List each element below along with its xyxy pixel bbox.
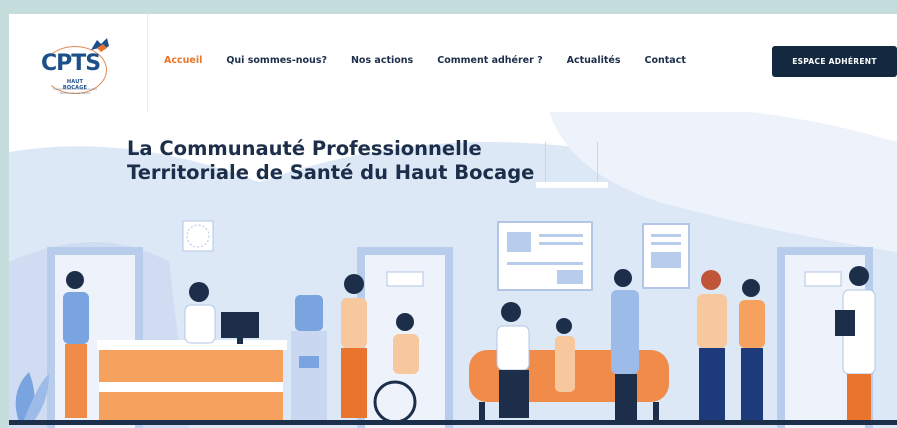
logo-tagline: Communauté Professionnelle Territoriale … xyxy=(53,87,97,95)
page-frame: CPTS HAUT BOCAGE Communauté Professionne… xyxy=(9,14,897,428)
hero-title-line-2: Territoriale de Santé du Haut Bocage xyxy=(127,161,535,184)
nav-item-comment-adherer[interactable]: Comment adhérer ? xyxy=(437,55,542,66)
nav-item-accueil[interactable]: Accueil xyxy=(164,55,202,66)
nav-item-actualites[interactable]: Actualités xyxy=(567,55,621,66)
site-logo[interactable]: CPTS HAUT BOCAGE Communauté Professionne… xyxy=(9,14,148,112)
hero-section: La Communauté Professionnelle Territoria… xyxy=(9,112,897,428)
hero-title: La Communauté Professionnelle Territoria… xyxy=(127,137,534,185)
site-header: CPTS HAUT BOCAGE Communauté Professionne… xyxy=(9,14,897,112)
nav-item-contact[interactable]: Contact xyxy=(644,55,685,66)
espace-adherent-button[interactable]: ESPACE ADHÉRENT xyxy=(772,46,897,77)
logo-wordmark: CPTS xyxy=(41,51,101,76)
hero-title-line-1: La Communauté Professionnelle xyxy=(127,137,482,160)
main-nav: Accueil Qui sommes-nous? Nos actions Com… xyxy=(164,55,710,66)
nav-item-qui-sommes-nous[interactable]: Qui sommes-nous? xyxy=(226,55,327,66)
nav-item-nos-actions[interactable]: Nos actions xyxy=(351,55,413,66)
receptionist-figure xyxy=(63,271,89,418)
